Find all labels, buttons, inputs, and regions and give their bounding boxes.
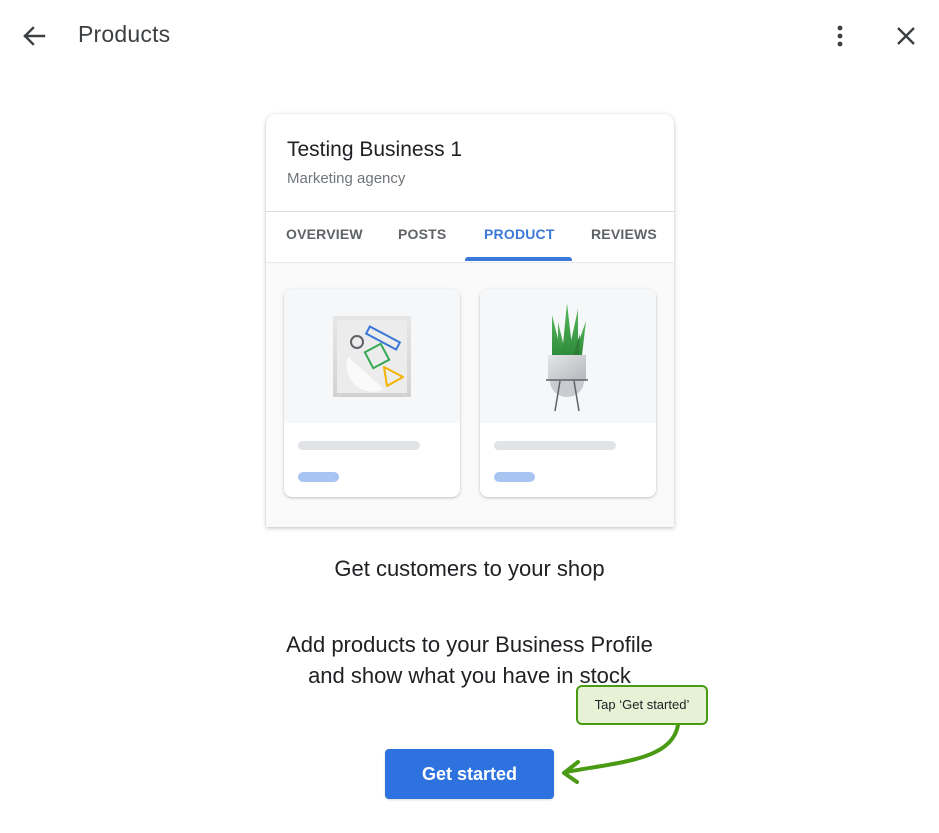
hint-tooltip: Tap ‘Get started’ bbox=[576, 685, 708, 725]
close-icon bbox=[897, 27, 915, 45]
business-name: Testing Business 1 bbox=[287, 138, 463, 161]
product-title-placeholder bbox=[298, 441, 420, 450]
close-button[interactable] bbox=[890, 20, 922, 52]
headline: Get customers to your shop bbox=[334, 556, 605, 581]
active-tab-indicator bbox=[465, 257, 572, 261]
tab-product[interactable]: PRODUCT bbox=[484, 226, 555, 242]
product-tile bbox=[284, 289, 460, 497]
description-line-2: and show what you have in stock bbox=[308, 663, 631, 688]
back-button[interactable] bbox=[18, 20, 50, 52]
tab-overview[interactable]: OVERVIEW bbox=[286, 226, 363, 242]
page-title: Products bbox=[78, 21, 171, 47]
profile-tabs: OVERVIEW POSTS PRODUCT REVIEWS bbox=[266, 212, 674, 262]
description-line-1: Add products to your Business Profile bbox=[286, 632, 653, 657]
product-image bbox=[284, 289, 460, 423]
potted-plant-icon bbox=[546, 303, 588, 412]
product-price-placeholder bbox=[494, 472, 535, 482]
arrow-left-icon bbox=[23, 26, 46, 46]
get-started-button[interactable]: Get started bbox=[385, 749, 554, 799]
top-app-bar: Products bbox=[0, 0, 939, 70]
product-price-placeholder bbox=[298, 472, 339, 482]
description: Add products to your Business Profile an… bbox=[0, 629, 939, 691]
tab-posts[interactable]: POSTS bbox=[398, 226, 446, 242]
business-category: Marketing agency bbox=[287, 170, 406, 187]
geometric-art-icon bbox=[333, 316, 411, 397]
product-title-placeholder bbox=[494, 441, 616, 450]
more-options-button[interactable] bbox=[826, 20, 854, 52]
more-vert-icon bbox=[837, 25, 843, 47]
tab-reviews[interactable]: REVIEWS bbox=[591, 226, 657, 242]
product-list bbox=[266, 262, 674, 527]
product-image bbox=[480, 289, 656, 423]
product-tile bbox=[480, 289, 656, 497]
business-profile-preview: Testing Business 1 Marketing agency OVER… bbox=[266, 114, 674, 527]
